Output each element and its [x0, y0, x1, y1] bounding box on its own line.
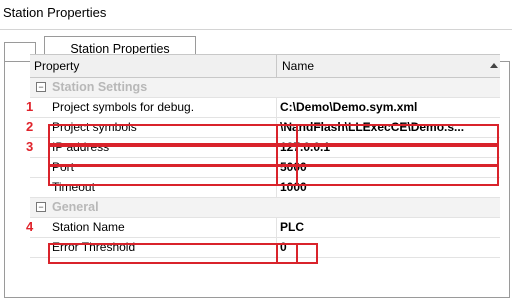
highlight-station-name-value [276, 243, 318, 264]
property-name: Station Name [52, 220, 125, 234]
window-title: Station Properties [3, 5, 107, 20]
header-name[interactable]: Name [282, 59, 314, 73]
highlight-project-symbols [48, 145, 298, 166]
highlight-project-symbols-value [276, 145, 499, 166]
section-station-settings[interactable]: − Station Settings [30, 78, 500, 98]
column-divider [276, 218, 277, 237]
marker-number: 2 [26, 119, 34, 134]
marker-number: 4 [26, 219, 34, 234]
header-property[interactable]: Property [34, 59, 79, 73]
property-name: Project symbols for debug. [52, 100, 195, 114]
section-title: General [52, 200, 99, 214]
section-general[interactable]: − General [30, 198, 500, 218]
scroll-up-icon[interactable] [490, 63, 498, 68]
property-row[interactable]: 1 Project symbols for debug. C:\Demo\Dem… [26, 98, 500, 118]
highlight-ip-address [48, 165, 298, 186]
property-row[interactable]: 4 Station Name PLC [26, 218, 500, 238]
column-divider [276, 98, 277, 117]
property-value[interactable]: C:\Demo\Demo.sym.xml [280, 100, 417, 114]
marker-number: 3 [26, 139, 34, 154]
section-title: Station Settings [52, 80, 148, 94]
marker-number: 1 [26, 99, 34, 114]
highlight-project-symbols-debug [48, 124, 298, 145]
highlight-project-symbols-debug-value [276, 124, 499, 145]
grid-header: Property Name [30, 54, 500, 78]
header-divider[interactable] [276, 55, 277, 77]
collapse-icon[interactable]: − [36, 82, 46, 92]
highlight-station-name [48, 243, 298, 264]
highlight-ip-address-value [276, 165, 499, 186]
collapse-icon[interactable]: − [36, 202, 46, 212]
property-value[interactable]: PLC [280, 220, 304, 234]
